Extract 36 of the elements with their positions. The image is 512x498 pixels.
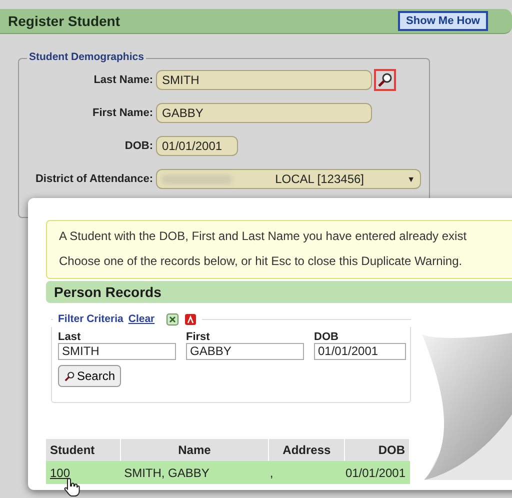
document-icon[interactable] [184,312,197,326]
search-icon[interactable] [374,69,396,91]
show-me-how-button[interactable]: Show Me How [398,11,488,31]
field-label: Last [58,331,82,343]
input-field[interactable]: GABBY [156,103,372,123]
column-header: Student [46,439,120,461]
input-field[interactable]: GABBY [186,343,304,360]
column-header: Name [120,439,269,461]
student-link[interactable]: 100 [50,466,70,480]
input-field[interactable]: SMITH [58,343,176,360]
dropdown-field[interactable]: LOCAL [123456] ▼ [156,169,421,189]
field-label: DOB: [124,140,154,152]
input-field[interactable]: 01/01/2001 [156,136,238,156]
column-header: Address [268,439,344,461]
field-label: DOB [314,331,340,343]
input-field[interactable]: 01/01/2001 [314,343,406,360]
column-header: DOB [344,439,410,461]
search-button[interactable]: Search [58,365,122,387]
warning-text: Choose one of the records below, or hit Esc to close this Duplicate Warning. [59,254,464,268]
field-label: District of Attendance: [34,173,154,185]
caret-icon: ▼ [407,174,415,184]
page-title: Register Student [8,13,120,29]
table-cell: 01/01/2001 [344,461,410,484]
field-label: Last Name: [92,74,154,86]
filter-legend: Filter Criteria [58,313,124,325]
section-title: Person Records [54,284,162,300]
section-legend: Student Demographics [27,51,146,63]
field-label: First Name: [91,107,154,119]
field-label: First [186,331,211,343]
clear-link[interactable]: Clear [128,313,155,325]
table-cell: , [268,461,344,484]
warning-text: A Student with the DOB, First and Last Name you have entered already exist [59,229,468,243]
spreadsheet-icon[interactable] [166,312,179,326]
search-icon [64,370,75,382]
table-cell: SMITH, GABBY [120,461,269,484]
input-field[interactable]: SMITH [156,70,372,90]
